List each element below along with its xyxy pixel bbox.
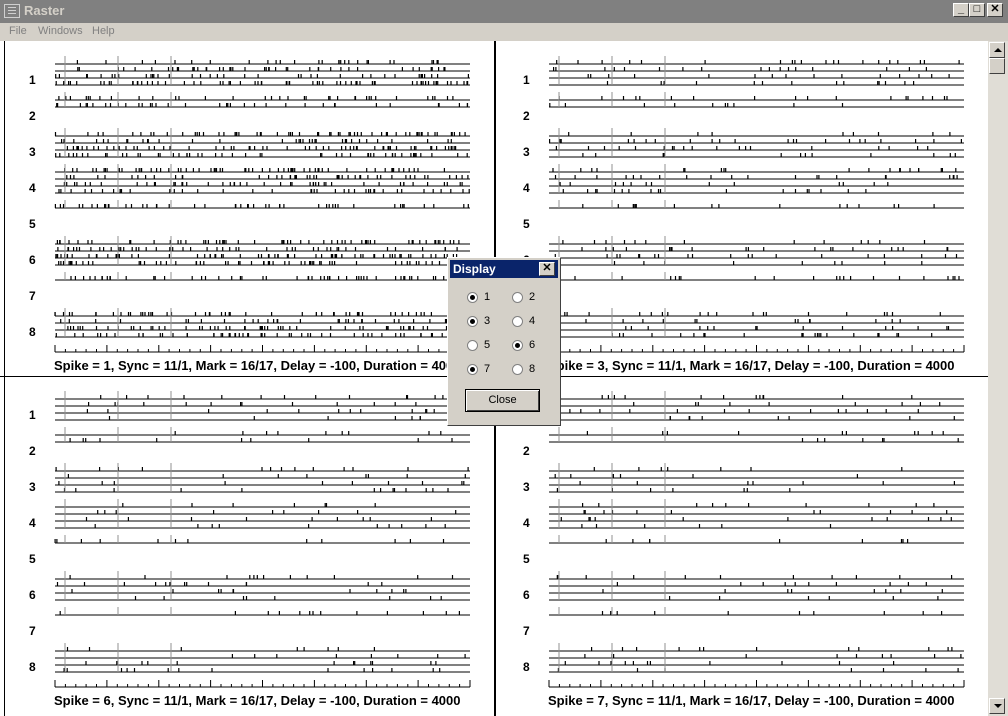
- row-label-3: 3: [29, 480, 36, 494]
- display-option-4[interactable]: 4: [512, 315, 535, 327]
- row-label-5: 5: [29, 552, 36, 566]
- minimize-button[interactable]: _: [953, 3, 969, 17]
- raster-plot: [54, 391, 471, 688]
- row-label-6: 6: [29, 588, 36, 602]
- scroll-up-button[interactable]: [989, 42, 1005, 58]
- dialog-title: Display: [453, 262, 496, 276]
- radio-label: 1: [484, 291, 491, 303]
- raster-panel-4: 12345678Spike = 7, Sync = 11/1, Mark = 1…: [494, 377, 988, 711]
- row-label-2: 2: [523, 109, 530, 123]
- display-option-3[interactable]: 3: [467, 315, 490, 327]
- radio-label: 6: [529, 339, 536, 351]
- raster-plot: [548, 391, 965, 688]
- dialog-close-button[interactable]: Close: [465, 389, 540, 412]
- radio-icon[interactable]: [512, 315, 523, 327]
- display-option-7[interactable]: 7: [467, 363, 490, 375]
- raster-panel-1: 1 2 3 4 5 6 7 8 Spike = 1, Sync = 11/1, Mark = 1…: [0, 42, 494, 376]
- radio-icon[interactable]: [467, 291, 478, 303]
- row-label-7: 7: [29, 289, 36, 303]
- raster-panel-3: 1 2 3 4 5 6 7 8 Spike = 6, Sync = 11/1, Mark = 1…: [0, 377, 494, 711]
- row-label-1: 1: [523, 73, 530, 87]
- row-label-6: 6: [29, 253, 36, 267]
- row-label-5: 5: [29, 217, 36, 231]
- dialog-close-icon[interactable]: ✕: [539, 262, 555, 276]
- radio-icon[interactable]: [512, 339, 523, 351]
- display-option-6[interactable]: 6: [512, 339, 535, 351]
- menu-file[interactable]: File: [9, 25, 27, 37]
- scroll-down-button[interactable]: [989, 698, 1005, 714]
- radio-label: 7: [484, 363, 491, 375]
- row-label-5: 5: [523, 552, 530, 566]
- row-label-1: 1: [29, 73, 36, 87]
- row-label-8: 8: [29, 325, 36, 339]
- menu-bar: File Windows Help: [0, 23, 1008, 41]
- maximize-button[interactable]: □: [969, 3, 985, 17]
- panel-caption: Spike = 6, Sync = 11/1, Mark = 16/17, De…: [54, 693, 461, 708]
- raster-plot: [54, 56, 471, 353]
- row-label-4: 4: [29, 181, 36, 195]
- radio-label: 4: [529, 315, 536, 327]
- panel-caption: Spike = 1, Sync = 11/1, Mark = 16/17, De…: [54, 358, 461, 373]
- radio-icon[interactable]: [512, 363, 523, 375]
- scroll-thumb[interactable]: [989, 58, 1005, 74]
- arrow-up-icon: [994, 48, 1002, 52]
- panel-caption: Spike = 3, Sync = 11/1, Mark = 16/17, De…: [548, 358, 955, 373]
- close-button[interactable]: ✕: [987, 3, 1003, 17]
- radio-label: 8: [529, 363, 536, 375]
- row-label-4: 4: [523, 516, 530, 530]
- dialog-title-bar: Display ✕: [450, 260, 558, 278]
- radio-icon[interactable]: [467, 339, 478, 351]
- menu-windows[interactable]: Windows: [38, 25, 83, 37]
- radio-label: 2: [529, 291, 536, 303]
- row-label-3: 3: [29, 145, 36, 159]
- radio-icon[interactable]: [467, 363, 478, 375]
- radio-icon[interactable]: [467, 315, 478, 327]
- row-label-7: 7: [523, 624, 530, 638]
- radio-label: 3: [484, 315, 491, 327]
- panel-caption: Spike = 7, Sync = 11/1, Mark = 16/17, De…: [548, 693, 955, 708]
- display-option-2[interactable]: 2: [512, 291, 535, 303]
- row-label-3: 3: [523, 480, 530, 494]
- row-label-2: 2: [29, 109, 36, 123]
- row-label-2: 2: [523, 444, 530, 458]
- row-label-4: 4: [29, 516, 36, 530]
- raster-plot: [548, 56, 965, 353]
- row-label-1: 1: [29, 408, 36, 422]
- arrow-down-icon: [994, 704, 1002, 708]
- app-icon: [4, 4, 20, 18]
- row-label-5: 5: [523, 217, 530, 231]
- row-label-4: 4: [523, 181, 530, 195]
- display-option-1[interactable]: 1: [467, 291, 490, 303]
- window-title: Raster: [24, 3, 65, 18]
- display-dialog: Display ✕ 1 2 3 4 5 6 7 8 Close: [447, 257, 561, 426]
- raster-panel-2: 12345678Spike = 3, Sync = 11/1, Mark = 1…: [494, 42, 988, 376]
- title-bar: Raster _ □ ✕: [0, 0, 1008, 23]
- row-label-3: 3: [523, 145, 530, 159]
- menu-help[interactable]: Help: [92, 25, 115, 37]
- vertical-scrollbar[interactable]: [988, 41, 1008, 716]
- display-option-8[interactable]: 8: [512, 363, 535, 375]
- row-label-6: 6: [523, 588, 530, 602]
- row-label-2: 2: [29, 444, 36, 458]
- row-label-8: 8: [29, 660, 36, 674]
- radio-label: 5: [484, 339, 491, 351]
- row-label-8: 8: [523, 660, 530, 674]
- row-label-7: 7: [29, 624, 36, 638]
- display-option-5[interactable]: 5: [467, 339, 490, 351]
- radio-icon[interactable]: [512, 291, 523, 303]
